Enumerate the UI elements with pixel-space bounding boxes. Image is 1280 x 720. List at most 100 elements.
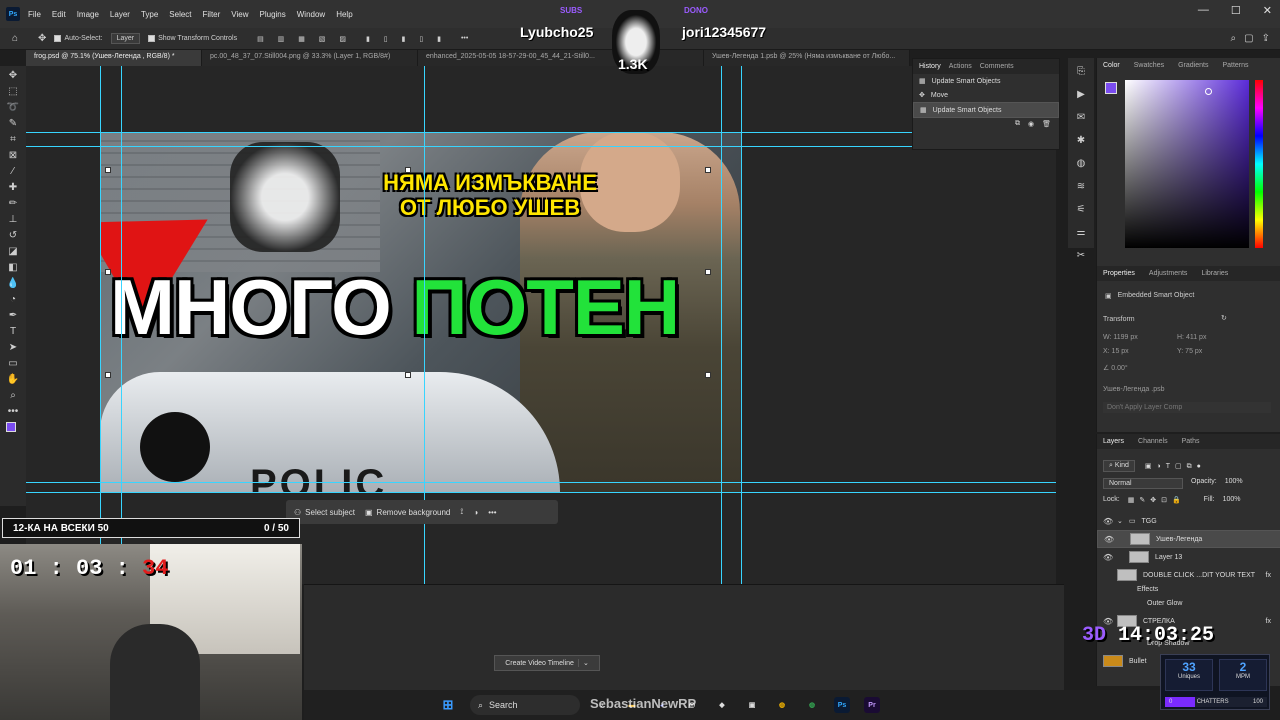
menu-window[interactable]: Window	[297, 10, 325, 19]
align-icons[interactable]: ▤ ▥ ▦ ▧ ▨	[257, 35, 352, 43]
app-icon-2[interactable]: ▣	[744, 697, 760, 713]
tools-icon[interactable]: ✂	[1077, 250, 1085, 261]
guide-line[interactable]	[100, 66, 101, 584]
adjust-icon[interactable]: ◑	[473, 508, 478, 517]
select-subject-button[interactable]: ⚇ Select subject	[294, 508, 355, 517]
blur-tool-icon[interactable]: 💧	[7, 278, 19, 289]
lock-icons[interactable]: ▦✎✥⊡🔒	[1128, 496, 1186, 504]
eyedropper-tool-icon[interactable]: ⁄	[12, 166, 14, 177]
trash-icon[interactable]: 🗑	[1042, 120, 1051, 128]
guide-line[interactable]	[26, 492, 1056, 493]
auto-select-checkbox[interactable]	[54, 35, 62, 42]
more-options-icon[interactable]: •••	[488, 508, 496, 517]
frame-tool-icon[interactable]: ⊠	[9, 150, 17, 161]
tab-comments[interactable]: Comments	[980, 63, 1014, 70]
taskbar-search[interactable]: ⌕ Search	[470, 695, 580, 715]
tab-patterns[interactable]: Patterns	[1222, 62, 1248, 69]
layer-row[interactable]: 👁 Ушев-Легенда	[1097, 530, 1280, 548]
y-field[interactable]: Y: 75 px	[1177, 348, 1202, 355]
new-document-icon[interactable]: ⧉	[1015, 120, 1020, 128]
tab-history[interactable]: History	[919, 63, 941, 70]
stamp-tool-icon[interactable]: ⊥	[9, 214, 18, 225]
tab-color[interactable]: Color	[1103, 62, 1120, 69]
eye-icon[interactable]: 👁	[1104, 535, 1114, 544]
layer-comp-dropdown[interactable]: Don't Apply Layer Comp	[1103, 402, 1271, 413]
type-tool-icon[interactable]: T	[10, 326, 16, 337]
layer-row[interactable]: 👁 Layer 13	[1097, 548, 1280, 566]
menu-plugins[interactable]: Plugins	[260, 10, 286, 19]
tab-libraries[interactable]: Libraries	[1201, 270, 1228, 277]
filter-icons[interactable]: ▣◑T▢⧉●	[1145, 462, 1206, 471]
minimize-button[interactable]: —	[1198, 4, 1209, 17]
close-button[interactable]: ✕	[1263, 4, 1272, 17]
workspace-icon[interactable]: ▢	[1244, 33, 1253, 44]
eraser-tool-icon[interactable]: ◪	[8, 246, 17, 257]
color-swatches[interactable]	[4, 422, 22, 440]
zoom-tool-icon[interactable]: ⌕	[10, 390, 16, 401]
chrome-icon[interactable]: ◍	[774, 697, 790, 713]
sliders-icon[interactable]: ⚟	[1077, 204, 1086, 215]
layer-filter-dropdown[interactable]: ⌕ Kind	[1103, 460, 1135, 472]
history-item[interactable]: ▦ Update Smart Objects	[913, 102, 1059, 118]
color-picker-field[interactable]	[1125, 80, 1249, 248]
transform-handle[interactable]	[405, 167, 411, 173]
effects-row[interactable]: Effects	[1097, 582, 1280, 596]
dodge-tool-icon[interactable]: ◔	[10, 294, 16, 305]
brush-settings-icon[interactable]: ≋	[1077, 181, 1085, 192]
auto-select-target-dropdown[interactable]: Layer	[110, 33, 141, 44]
chrome-icon-2[interactable]: ◍	[804, 697, 820, 713]
menu-view[interactable]: View	[231, 10, 248, 19]
transform-handle[interactable]	[105, 372, 111, 378]
menu-filter[interactable]: Filter	[203, 10, 221, 19]
picker-cursor[interactable]	[1205, 88, 1212, 95]
create-video-timeline-button[interactable]: Create Video Timeline ⌄	[494, 655, 600, 671]
opacity-field[interactable]: 100%	[1225, 478, 1243, 489]
menu-select[interactable]: Select	[169, 10, 191, 19]
lasso-tool-icon[interactable]: ➰	[7, 102, 19, 113]
foreground-color-swatch[interactable]	[1105, 82, 1117, 94]
tab-frog[interactable]: frog.psd @ 75.1% (Ушев-Легенда , RGB/8) …	[26, 50, 202, 66]
fill-field[interactable]: 100%	[1223, 496, 1241, 504]
fx-icon[interactable]: fx	[1266, 618, 1271, 625]
distribute-icons[interactable]: ▮ ▯ ▮ ▯ ▮	[366, 35, 447, 43]
more-tools-icon[interactable]: •••	[8, 406, 19, 417]
tab-swatches[interactable]: Swatches	[1134, 62, 1164, 69]
transform-handle[interactable]	[705, 167, 711, 173]
home-icon[interactable]: ⌂	[12, 33, 18, 44]
tab-actions[interactable]: Actions	[949, 63, 972, 70]
guide-line[interactable]	[26, 132, 1056, 133]
mask-icon[interactable]: ⟟	[460, 507, 463, 517]
search-icon[interactable]: ⌕	[1231, 33, 1237, 44]
play-icon[interactable]: ▶	[1077, 89, 1085, 100]
transform-handle[interactable]	[705, 372, 711, 378]
quick-select-tool-icon[interactable]: ✎	[9, 118, 17, 129]
eye-icon[interactable]: 👁	[1103, 517, 1113, 526]
tab-channels[interactable]: Channels	[1138, 438, 1168, 445]
tab-layers[interactable]: Layers	[1103, 438, 1124, 445]
guide-line[interactable]	[26, 146, 1056, 147]
libraries-icon[interactable]: ◍	[1077, 158, 1086, 169]
photoshop-taskbar-icon[interactable]: Ps	[834, 697, 850, 713]
menu-file[interactable]: File	[28, 10, 41, 19]
move-tool-icon[interactable]: ✥	[9, 70, 17, 81]
more-options-icon[interactable]: •••	[461, 35, 468, 42]
gradient-tool-icon[interactable]: ◧	[8, 262, 17, 273]
pen-tool-icon[interactable]: ✒	[9, 310, 17, 321]
menu-edit[interactable]: Edit	[52, 10, 66, 19]
effect-outer-glow[interactable]: Outer Glow	[1097, 596, 1280, 610]
foreground-color-swatch[interactable]	[6, 422, 16, 432]
tab-gradients[interactable]: Gradients	[1178, 62, 1208, 69]
angle-field[interactable]: 0.00°	[1111, 365, 1127, 372]
remove-background-button[interactable]: ▣ Remove background	[365, 508, 450, 517]
healing-tool-icon[interactable]: ✚	[9, 182, 17, 193]
camera-icon[interactable]: ◉	[1028, 120, 1034, 128]
x-field[interactable]: X: 15 px	[1103, 348, 1129, 355]
crop-tool-icon[interactable]: ⌗	[10, 134, 16, 145]
comment-icon[interactable]: ✉	[1077, 112, 1085, 123]
transform-handle[interactable]	[405, 372, 411, 378]
thumbnail-artwork[interactable]: POLIC НЯМА ИЗМЪКВАНЕ ОТ ЛЮБО УШЕВ МНОГО …	[100, 132, 741, 492]
app-icon[interactable]: ◆	[714, 697, 730, 713]
blend-mode-dropdown[interactable]: Normal	[1103, 478, 1183, 489]
shape-tool-icon[interactable]: ▭	[8, 358, 17, 369]
menu-layer[interactable]: Layer	[110, 10, 130, 19]
